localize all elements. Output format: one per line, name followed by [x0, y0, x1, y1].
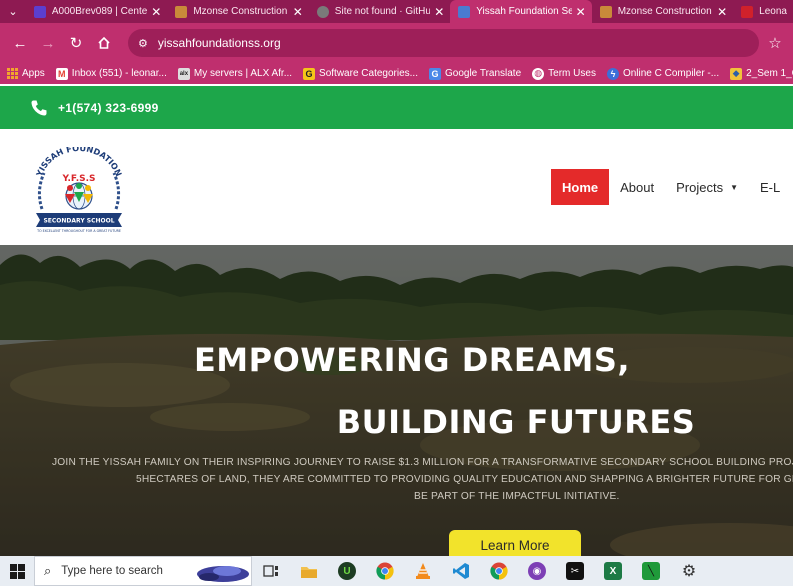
- bookmark-label: My servers | ALX Afr...: [193, 68, 293, 79]
- app-icon[interactable]: ╲: [632, 556, 670, 586]
- bookmarks-bar: Apps M Inbox (551) - leonar... alx My se…: [0, 63, 793, 84]
- file-explorer-icon[interactable]: [290, 556, 328, 586]
- close-tab-icon[interactable]: ✕: [717, 5, 727, 19]
- site-info-icon[interactable]: ⚙: [138, 37, 148, 50]
- back-arrow-icon[interactable]: ←: [8, 31, 32, 55]
- vlc-icon[interactable]: [404, 556, 442, 586]
- browser-toolbar: ← → ↻ ⚙ yissahfoundationss.org ☆: [0, 23, 793, 63]
- center-logo-icon: [33, 5, 46, 18]
- tab-title: Site not found · GitHub: [334, 6, 431, 17]
- translate-icon: G: [428, 67, 441, 80]
- github-icon: [316, 5, 329, 18]
- browser-tab[interactable]: Leonard: [733, 0, 793, 23]
- lm-icon: [741, 5, 754, 18]
- chrome-profile-icon[interactable]: [480, 556, 518, 586]
- home-icon[interactable]: [92, 31, 116, 55]
- alx-icon: alx: [177, 67, 190, 80]
- bookmark-label: Google Translate: [444, 68, 522, 79]
- site-header: YISSAH FOUNDATION Y.F.S.S SECONDARY SCHO…: [0, 129, 793, 245]
- taskbar-search-placeholder: Type here to search: [61, 565, 163, 577]
- construction-icon: [175, 5, 188, 18]
- excel-icon[interactable]: X: [594, 556, 632, 586]
- site-icon: [458, 5, 471, 18]
- nav-elearning[interactable]: E-L: [749, 169, 791, 205]
- logo-motto-text: TO EXCELLENT THROUGHOUT FOR A GREAT FUTU…: [36, 229, 121, 233]
- hero-description-line3: BE PART OF THE IMPACTFUL INITIATIVE.: [414, 491, 620, 502]
- hero-section: EMPOWERING DREAMS, BUILDING FUTURES JOIN…: [0, 245, 793, 556]
- bookmark-label: Online C Compiler -...: [622, 68, 720, 79]
- capcut-icon[interactable]: ✂: [556, 556, 594, 586]
- caret-down-icon: ▼: [730, 182, 738, 192]
- g-icon: G: [303, 67, 316, 80]
- bookmark-star-icon[interactable]: ☆: [765, 34, 785, 52]
- forward-arrow-icon[interactable]: →: [36, 31, 60, 55]
- bookmark-compiler[interactable]: ϟ Online C Compiler -...: [606, 67, 720, 80]
- github-desktop-icon[interactable]: ◉: [518, 556, 556, 586]
- taskbar-search[interactable]: ⌕ Type here to search: [34, 556, 252, 586]
- school-logo[interactable]: YISSAH FOUNDATION Y.F.S.S SECONDARY SCHO…: [30, 147, 128, 233]
- browser-tab[interactable]: Mzonse Construction ✕: [592, 0, 733, 23]
- learn-more-button[interactable]: Learn More: [449, 530, 581, 556]
- compiler-icon: ϟ: [606, 67, 619, 80]
- tab-title: A000Brev089 | Center: [51, 6, 148, 17]
- settings-icon[interactable]: ⚙: [670, 556, 708, 586]
- windows-start-icon[interactable]: [0, 556, 34, 586]
- hero-background-image: [0, 245, 793, 556]
- bookmark-sem[interactable]: ◆ 2_Sem 1_CSIT3...: [730, 67, 793, 80]
- tab-title: Yissah Foundation Se: [476, 6, 572, 17]
- bookmark-label: 2_Sem 1_CSIT3...: [746, 68, 793, 79]
- hero-title-line1: EMPOWERING DREAMS,: [193, 341, 631, 379]
- search-icon: ⌕: [44, 563, 52, 578]
- close-tab-icon[interactable]: ✕: [151, 5, 161, 19]
- bookmark-translate[interactable]: G Google Translate: [428, 67, 522, 80]
- python-icon: ◆: [730, 67, 743, 80]
- browser-tab[interactable]: A000Brev089 | Center ✕: [26, 0, 167, 23]
- windows-taskbar: ⌕ Type here to search U ◉ ✂ X ╲ ⚙: [0, 556, 793, 586]
- browser-tab-active[interactable]: Yissah Foundation Se ✕: [450, 0, 592, 23]
- bookmark-term-uses[interactable]: ◍ Term Uses: [532, 67, 596, 80]
- bookmark-apps[interactable]: Apps: [6, 68, 45, 80]
- bookmark-label: Apps: [22, 68, 45, 79]
- apps-grid-icon: [6, 68, 18, 80]
- bookmark-label: Inbox (551) - leonar...: [71, 68, 167, 79]
- construction-icon: [599, 5, 612, 18]
- tab-strip: ⌄ A000Brev089 | Center ✕ Mzonse Construc…: [0, 0, 793, 23]
- address-bar[interactable]: ⚙ yissahfoundationss.org: [128, 29, 759, 57]
- bookmark-inbox[interactable]: M Inbox (551) - leonar...: [55, 67, 167, 80]
- tab-title: Mzonse Construction: [193, 6, 288, 17]
- nav-projects[interactable]: Projects ▼: [665, 169, 749, 205]
- browser-tab[interactable]: Mzonse Construction ✕: [167, 0, 308, 23]
- close-tab-icon[interactable]: ✕: [293, 5, 303, 19]
- search-highlight-image: [197, 566, 249, 582]
- phone-number-link[interactable]: +1(574) 323-6999: [58, 101, 159, 115]
- hero-description-line1: JOIN THE YISSAH FAMILY ON THEIR INSPIRIN…: [52, 457, 793, 468]
- nav-home[interactable]: Home: [551, 169, 610, 205]
- bookmark-software[interactable]: G Software Categories...: [303, 67, 418, 80]
- bookmark-label: Term Uses: [548, 68, 596, 79]
- bookmark-label: Software Categories...: [319, 68, 418, 79]
- upwork-icon[interactable]: U: [328, 556, 366, 586]
- bookmark-alx[interactable]: alx My servers | ALX Afr...: [177, 67, 293, 80]
- vscode-icon[interactable]: [442, 556, 480, 586]
- nav-about[interactable]: About: [609, 169, 665, 205]
- task-view-icon[interactable]: [252, 556, 290, 586]
- globe-icon: ◍: [532, 67, 545, 80]
- phone-icon[interactable]: [30, 99, 48, 117]
- chrome-icon[interactable]: [366, 556, 404, 586]
- reload-icon[interactable]: ↻: [64, 31, 88, 55]
- nav-projects-label: Projects: [676, 179, 724, 195]
- url-text: yissahfoundationss.org: [157, 36, 281, 50]
- hero-description-line2: 5HECTARES OF LAND, THEY ARE COMMITTED TO…: [136, 474, 793, 485]
- close-tab-icon[interactable]: ✕: [434, 5, 444, 19]
- close-tab-icon[interactable]: ✕: [576, 5, 586, 19]
- tab-title: Leonard: [759, 6, 787, 17]
- main-nav: Home About Projects ▼ E-L: [551, 169, 791, 205]
- browser-tab[interactable]: Site not found · GitHub ✕: [309, 0, 450, 23]
- tab-search-chevron-icon[interactable]: ⌄: [0, 0, 26, 23]
- tab-title: Mzonse Construction: [617, 6, 712, 17]
- logo-ribbon-text: SECONDARY SCHOOL: [43, 218, 114, 225]
- hero-title-line2: BUILDING FUTURES: [336, 403, 696, 441]
- contact-bar: +1(574) 323-6999: [0, 86, 793, 129]
- gmail-icon: M: [55, 67, 68, 80]
